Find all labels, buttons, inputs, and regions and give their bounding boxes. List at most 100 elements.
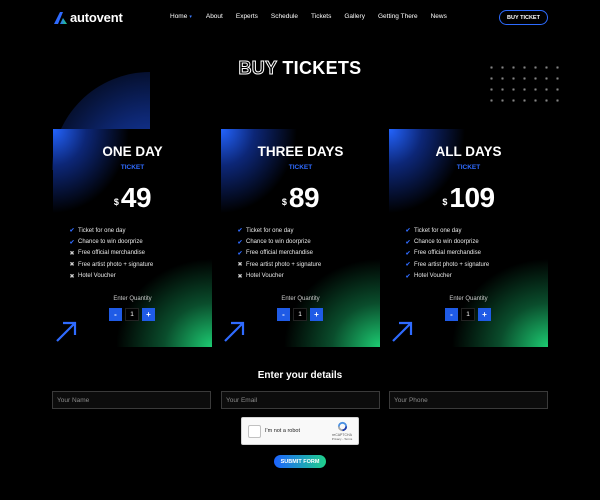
- quantity-input[interactable]: 1: [125, 308, 139, 321]
- card-title: ONE DAY: [102, 144, 163, 159]
- check-icon: ✔: [69, 239, 75, 246]
- check-icon: ✔: [405, 228, 411, 235]
- nav-getting-there[interactable]: Getting There: [378, 13, 418, 20]
- price-amount: 49: [120, 182, 152, 213]
- feature-item: ✔ Chance to win doorprize: [236, 236, 321, 247]
- feature-item: ✖ Free official merchandise: [68, 248, 153, 259]
- ticket-card-all-days: ALL DAYS TICKET $109 ✔ Ticket for one day…: [389, 129, 548, 347]
- decrement-button[interactable]: -: [445, 308, 458, 321]
- price-amount: 89: [288, 182, 320, 213]
- quantity-label: Enter Quantity: [449, 296, 488, 302]
- feature-item: ✔ Ticket for one day: [68, 225, 153, 236]
- buy-ticket-button[interactable]: BUY TICKET: [499, 10, 548, 25]
- increment-button[interactable]: +: [478, 308, 491, 321]
- decrement-button[interactable]: -: [109, 308, 122, 321]
- quantity-stepper: - 1 +: [445, 308, 491, 321]
- email-field[interactable]: [221, 391, 380, 409]
- logo-mark-icon: [54, 11, 67, 24]
- page-title-solid: TICKETS: [282, 58, 362, 78]
- recaptcha-icon: [337, 421, 347, 432]
- recaptcha-logo: reCAPTCHA Privacy - Terms: [330, 421, 354, 441]
- card-title: ALL DAYS: [435, 144, 502, 159]
- recaptcha-widget: I'm not a robot reCAPTCHA Privacy - Term…: [241, 417, 359, 445]
- captcha-links[interactable]: Privacy - Terms: [330, 437, 354, 441]
- check-icon: ✔: [237, 228, 243, 235]
- feature-text: Free official merchandise: [414, 250, 481, 257]
- feature-list: ✔ Ticket for one day ✔ Chance to win doorp…: [68, 225, 153, 282]
- check-icon: ✔: [69, 228, 75, 235]
- quantity-input[interactable]: 1: [461, 308, 475, 321]
- feature-text: Ticket for one day: [78, 227, 126, 234]
- cross-icon: ✖: [237, 262, 243, 269]
- page-title: BUY TICKETS: [0, 58, 600, 79]
- check-icon: ✔: [405, 250, 411, 257]
- arrow-up-right-icon: [56, 321, 77, 342]
- cross-icon: ✖: [237, 273, 243, 280]
- nav-about[interactable]: About: [206, 13, 223, 20]
- feature-text: Chance to win doorprize: [78, 239, 143, 246]
- feature-item: ✖ Hotel Voucher: [236, 271, 321, 282]
- feature-item: ✔ Hotel Voucher: [404, 271, 489, 282]
- ticket-card-one-day: ONE DAY TICKET $49 ✔ Ticket for one day ✔…: [53, 129, 212, 347]
- quantity-label: Enter Quantity: [281, 296, 320, 302]
- captcha-checkbox[interactable]: [248, 425, 261, 438]
- feature-text: Free artist photo + signature: [78, 261, 154, 268]
- arrow-up-right-icon: [224, 321, 245, 342]
- submit-form-button[interactable]: SUBMIT FORM: [274, 455, 326, 468]
- feature-item: ✖ Free artist photo + signature: [236, 259, 321, 270]
- card-price: $109: [389, 182, 548, 214]
- feature-item: ✖ Hotel Voucher: [68, 271, 153, 282]
- card-price: $49: [53, 182, 212, 214]
- feature-item: ✔ Ticket for one day: [236, 225, 321, 236]
- check-icon: ✔: [405, 239, 411, 246]
- cross-icon: ✖: [69, 273, 75, 280]
- decrement-button[interactable]: -: [277, 308, 290, 321]
- quantity-stepper: - 1 +: [277, 308, 323, 321]
- check-icon: ✔: [405, 262, 411, 269]
- card-price: $89: [221, 182, 380, 214]
- feature-item: ✔ Free official merchandise: [236, 248, 321, 259]
- details-heading: Enter your details: [257, 370, 343, 381]
- feature-text: Hotel Voucher: [414, 273, 452, 280]
- feature-text: Ticket for one day: [414, 227, 462, 234]
- name-field[interactable]: [52, 391, 211, 409]
- feature-text: Chance to win doorprize: [246, 239, 311, 246]
- feature-item: ✖ Free artist photo + signature: [68, 259, 153, 270]
- check-icon: ✔: [237, 239, 243, 246]
- nav-home-label: Home: [170, 13, 188, 20]
- feature-text: Free official merchandise: [78, 250, 145, 257]
- logo[interactable]: autovent: [54, 10, 123, 25]
- increment-button[interactable]: +: [142, 308, 155, 321]
- quantity-input[interactable]: 1: [293, 308, 307, 321]
- feature-item: ✔ Free official merchandise: [404, 248, 489, 259]
- feature-list: ✔ Ticket for one day ✔ Chance to win doorp…: [236, 225, 321, 282]
- ticket-card-three-days: THREE DAYS TICKET $89 ✔ Ticket for one da…: [221, 129, 380, 347]
- price-currency: $: [113, 197, 119, 207]
- main-nav: Home ▾ About Experts Schedule Tickets Gal…: [170, 13, 447, 20]
- quantity-label: Enter Quantity: [113, 296, 152, 302]
- nav-schedule[interactable]: Schedule: [271, 13, 298, 20]
- quantity-stepper: - 1 +: [109, 308, 155, 321]
- feature-text: Ticket for one day: [246, 227, 294, 234]
- nav-news[interactable]: News: [431, 13, 447, 20]
- nav-gallery[interactable]: Gallery: [344, 13, 365, 20]
- arrow-up-right-icon: [392, 321, 413, 342]
- page-title-outline: BUY: [238, 58, 278, 79]
- feature-text: Free artist photo + signature: [246, 261, 322, 268]
- logo-text: autovent: [70, 10, 123, 25]
- check-icon: ✔: [405, 273, 411, 280]
- phone-field[interactable]: [389, 391, 548, 409]
- card-subtitle: TICKET: [456, 164, 481, 171]
- feature-text: Hotel Voucher: [78, 273, 116, 280]
- feature-text: Chance to win doorprize: [414, 239, 479, 246]
- feature-item: ✔ Chance to win doorprize: [68, 236, 153, 247]
- nav-home[interactable]: Home ▾: [170, 13, 192, 20]
- feature-text: Hotel Voucher: [246, 273, 284, 280]
- nav-experts[interactable]: Experts: [236, 13, 258, 20]
- nav-tickets[interactable]: Tickets: [311, 13, 331, 20]
- check-icon: ✔: [237, 250, 243, 257]
- card-subtitle: TICKET: [120, 164, 145, 171]
- increment-button[interactable]: +: [310, 308, 323, 321]
- feature-list: ✔ Ticket for one day ✔ Chance to win doorp…: [404, 225, 489, 282]
- card-subtitle: TICKET: [288, 164, 313, 171]
